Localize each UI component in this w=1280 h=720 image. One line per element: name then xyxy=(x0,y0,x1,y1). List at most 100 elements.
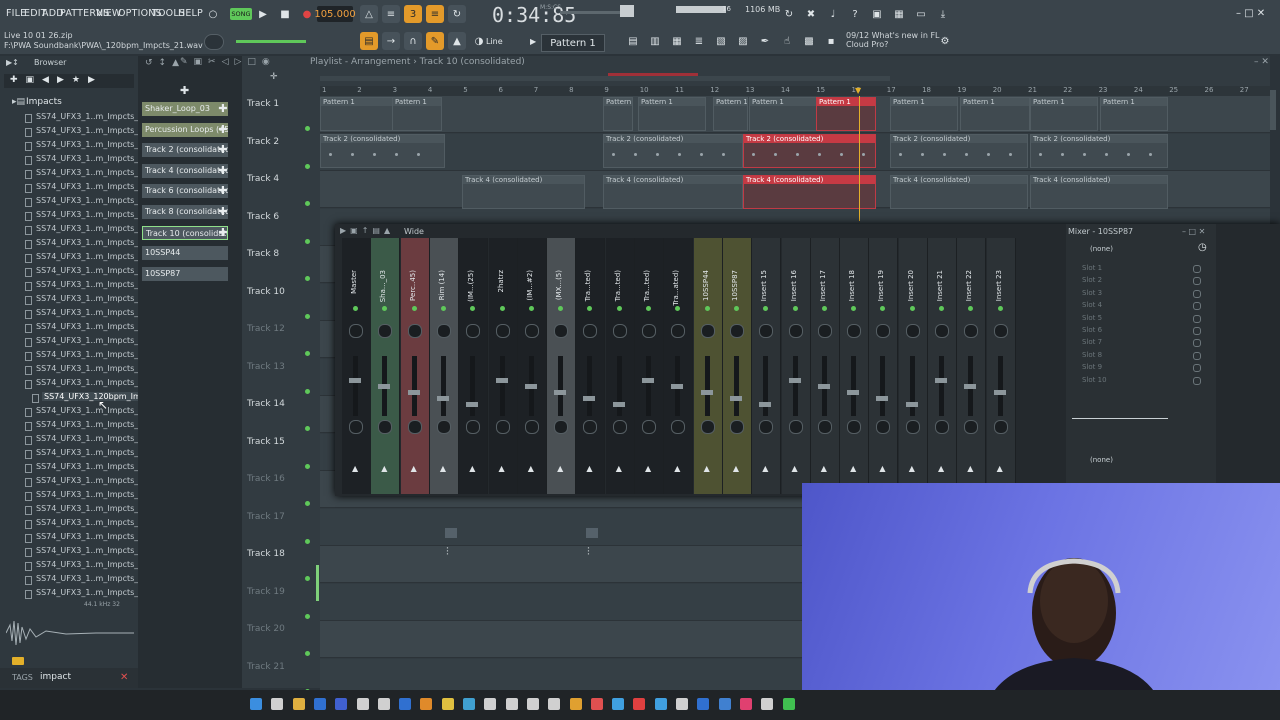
track-mute-led[interactable] xyxy=(305,463,310,469)
pan-knob[interactable] xyxy=(642,324,656,338)
channel-rack-icon[interactable]: ▦ xyxy=(668,32,686,50)
pattern-selector[interactable]: Pattern 1 xyxy=(541,34,605,52)
track-header[interactable]: Track 10 xyxy=(247,287,285,297)
pan-knob[interactable] xyxy=(788,324,803,338)
mixer-mute-led[interactable] xyxy=(646,306,651,311)
track-mute-led[interactable] xyxy=(305,276,310,281)
track-header[interactable]: Track 8 xyxy=(247,249,279,259)
tool-draw-icon[interactable]: ▤ xyxy=(360,32,378,50)
route-arrow-icon[interactable]: ▲ xyxy=(499,464,505,473)
volume-fader[interactable] xyxy=(763,356,769,416)
browser-file-item[interactable]: SS74_UFX3_1..m_Impcts_07 xyxy=(36,196,148,205)
stop-icon[interactable]: ■ xyxy=(276,5,294,23)
audio-clip-handle[interactable] xyxy=(586,528,598,538)
route-arrow-icon[interactable]: ▲ xyxy=(469,464,475,473)
track-mute-led[interactable] xyxy=(305,613,310,619)
send-knob[interactable] xyxy=(729,420,744,434)
pattern-clip[interactable]: Pattern 1 xyxy=(890,97,958,131)
track-mute-led[interactable] xyxy=(305,351,310,356)
fader-cap[interactable] xyxy=(407,390,420,395)
menu-help[interactable]: HELP xyxy=(178,8,203,19)
track-header[interactable]: Track 13 xyxy=(247,362,285,372)
mixer-mute-led[interactable] xyxy=(968,306,974,311)
route-arrow-icon[interactable]: ▲ xyxy=(352,464,358,473)
taskbar-app-icon[interactable] xyxy=(356,698,369,710)
taskbar-app-icon[interactable] xyxy=(463,698,475,710)
taskbar-app-icon[interactable] xyxy=(612,698,625,710)
taskbar-app-icon[interactable] xyxy=(420,698,433,710)
volume-fader[interactable] xyxy=(646,356,651,416)
taskbar-app-icon[interactable] xyxy=(697,698,710,710)
mixer-mute-led[interactable] xyxy=(851,306,857,311)
route-arrow-icon[interactable]: ▲ xyxy=(967,464,973,473)
fader-cap[interactable] xyxy=(729,396,742,401)
window-controls-icon[interactable]: – □ ✕ xyxy=(1236,8,1265,19)
volume-fader[interactable] xyxy=(353,356,358,416)
mixer-mute-led[interactable] xyxy=(616,306,622,311)
send-knob[interactable] xyxy=(700,420,715,434)
channel-button[interactable]: Track 2 (consolidated) xyxy=(142,143,228,158)
pattern-clip[interactable]: Pattern 1 xyxy=(713,97,748,131)
send-knob[interactable] xyxy=(378,420,393,434)
volume-fader[interactable] xyxy=(909,356,915,416)
browser-file-item[interactable]: SS74_UFX3_1..m_Impcts_17 xyxy=(36,336,148,345)
volume-fader[interactable] xyxy=(558,356,564,416)
consolidated-clip[interactable]: Track 2 (consolidated) xyxy=(890,134,1028,168)
channel-button[interactable]: Track 4 (consolidated) xyxy=(142,163,228,178)
volume-fader[interactable] xyxy=(997,356,1003,416)
playlist-move-icon[interactable]: ✛ xyxy=(270,72,278,82)
mixer-strip[interactable]: (IM...#2) ▲ xyxy=(517,238,547,494)
fader-cap[interactable] xyxy=(612,402,625,407)
browser-file-item[interactable]: SS74_UFX3_1..m_Impcts_35 xyxy=(36,588,148,597)
browser-file-item[interactable]: SS74_UFX3_1..m_Impcts_05 xyxy=(36,168,148,177)
route-arrow-icon[interactable]: ▲ xyxy=(440,464,446,473)
vertical-scrollbar[interactable] xyxy=(1270,90,1276,130)
countdown-icon[interactable]: 3 xyxy=(404,5,422,23)
volume-fader[interactable] xyxy=(704,356,710,416)
send-knob[interactable] xyxy=(466,420,481,434)
route-arrow-icon[interactable]: ▲ xyxy=(674,464,680,473)
send-knob[interactable] xyxy=(817,420,832,434)
taskbar-app-icon[interactable] xyxy=(313,698,326,710)
metronome-icon[interactable]: △ xyxy=(360,5,378,23)
pan-knob[interactable] xyxy=(554,324,569,338)
send-knob[interactable] xyxy=(671,420,686,434)
route-arrow-icon[interactable]: ▲ xyxy=(616,464,622,473)
mixer-mute-led[interactable] xyxy=(353,306,358,311)
mixer-strip[interactable]: Insert 15 ▲ xyxy=(752,238,782,494)
help-icon[interactable]: ? xyxy=(846,5,864,23)
timeline-ruler[interactable]: 1 2 3 4 5 6 7 8 9 10 11 12 13 14 15 16 17 18 19 20 21 22 23 24 2… xyxy=(320,86,1270,96)
pan-knob[interactable] xyxy=(378,324,393,338)
effect-slot[interactable]: Slot 4 xyxy=(1082,301,1102,309)
mixer-strip[interactable]: Insert 21 ▲ xyxy=(928,238,957,494)
fader-cap[interactable] xyxy=(847,390,860,395)
taskbar-app-icon[interactable] xyxy=(718,698,731,710)
channel-graph-icon[interactable]: ✚ xyxy=(218,184,228,198)
consolidated-clip[interactable]: Track 4 (consolidated) xyxy=(1030,175,1168,209)
taskbar-app-icon[interactable] xyxy=(654,698,667,710)
browser-file-item[interactable]: SS74_UFX3_1..m_Impcts_25 xyxy=(36,448,148,457)
track-mute-led[interactable] xyxy=(305,538,310,544)
pattern-clip[interactable]: Pattern 1 xyxy=(1100,97,1168,131)
playlist-icon[interactable]: ▤ xyxy=(624,32,642,50)
consolidated-clip[interactable]: Track 4 (consolidated) xyxy=(603,175,743,209)
fader-cap[interactable] xyxy=(671,384,684,389)
track-header[interactable]: Track 12 xyxy=(247,324,285,334)
track-header[interactable]: Track 19 xyxy=(247,587,285,597)
mixer-mute-led[interactable] xyxy=(821,306,827,311)
send-knob[interactable] xyxy=(436,420,451,434)
channel-button[interactable]: Shaker_Loop_03 xyxy=(142,102,228,116)
route-arrow-icon[interactable]: ▲ xyxy=(821,464,827,473)
audio-clip-wave-icon[interactable]: ⫶ xyxy=(587,545,590,559)
pan-knob[interactable] xyxy=(847,324,862,338)
effect-slot[interactable]: Slot 10 xyxy=(1082,376,1107,384)
route-arrow-icon[interactable]: ▲ xyxy=(997,464,1003,473)
pan-knob[interactable] xyxy=(583,324,598,338)
track-header[interactable]: Track 21 xyxy=(247,662,285,672)
song-mode-button[interactable]: SONG xyxy=(230,8,252,20)
channel-graph-icon[interactable]: ✚ xyxy=(218,143,228,157)
send-knob[interactable] xyxy=(788,420,803,434)
tool-stamp-icon[interactable]: ▲ xyxy=(448,32,466,50)
consolidated-clip[interactable]: Track 2 (consolidated) xyxy=(1030,134,1168,168)
track-header[interactable]: Track 18 xyxy=(247,549,285,559)
